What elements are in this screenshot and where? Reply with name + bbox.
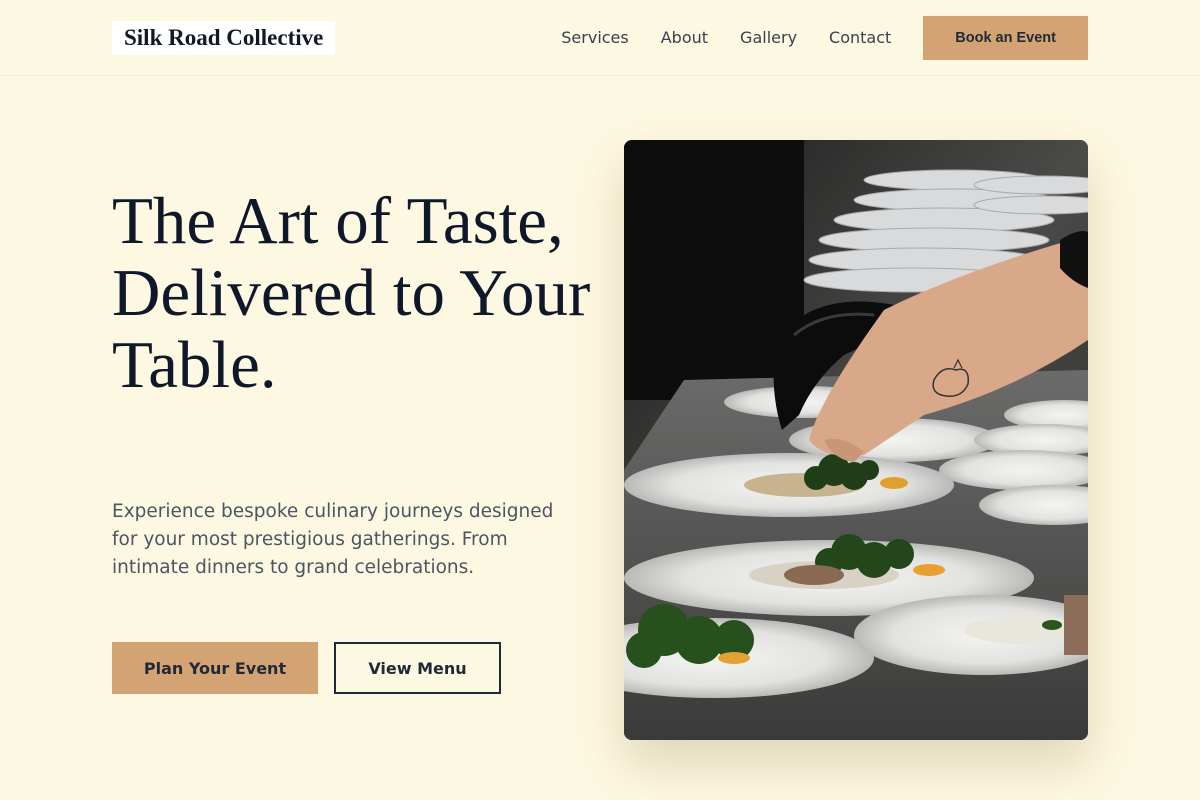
brand-logo[interactable]: Silk Road Collective xyxy=(112,21,336,55)
nav-link-contact[interactable]: Contact xyxy=(829,16,891,60)
book-event-button[interactable]: Book an Event xyxy=(923,16,1088,60)
plated-dishes-photo-icon xyxy=(624,140,1088,740)
hero-subtitle: Experience bespoke culinary journeys des… xyxy=(112,501,554,578)
nav-link-about[interactable]: About xyxy=(661,16,708,60)
main-nav: Services About Gallery Contact Book an E… xyxy=(561,16,1088,60)
hero-image xyxy=(624,140,1088,740)
view-menu-button[interactable]: View Menu xyxy=(334,642,501,694)
plan-event-button[interactable]: Plan Your Event xyxy=(112,642,318,694)
nav-link-gallery[interactable]: Gallery xyxy=(740,16,797,60)
nav-link-services[interactable]: Services xyxy=(561,16,628,60)
site-header: Silk Road Collective Services About Gall… xyxy=(0,0,1200,76)
hero-title: The Art of Taste, Delivered to Your Tabl… xyxy=(112,184,591,402)
